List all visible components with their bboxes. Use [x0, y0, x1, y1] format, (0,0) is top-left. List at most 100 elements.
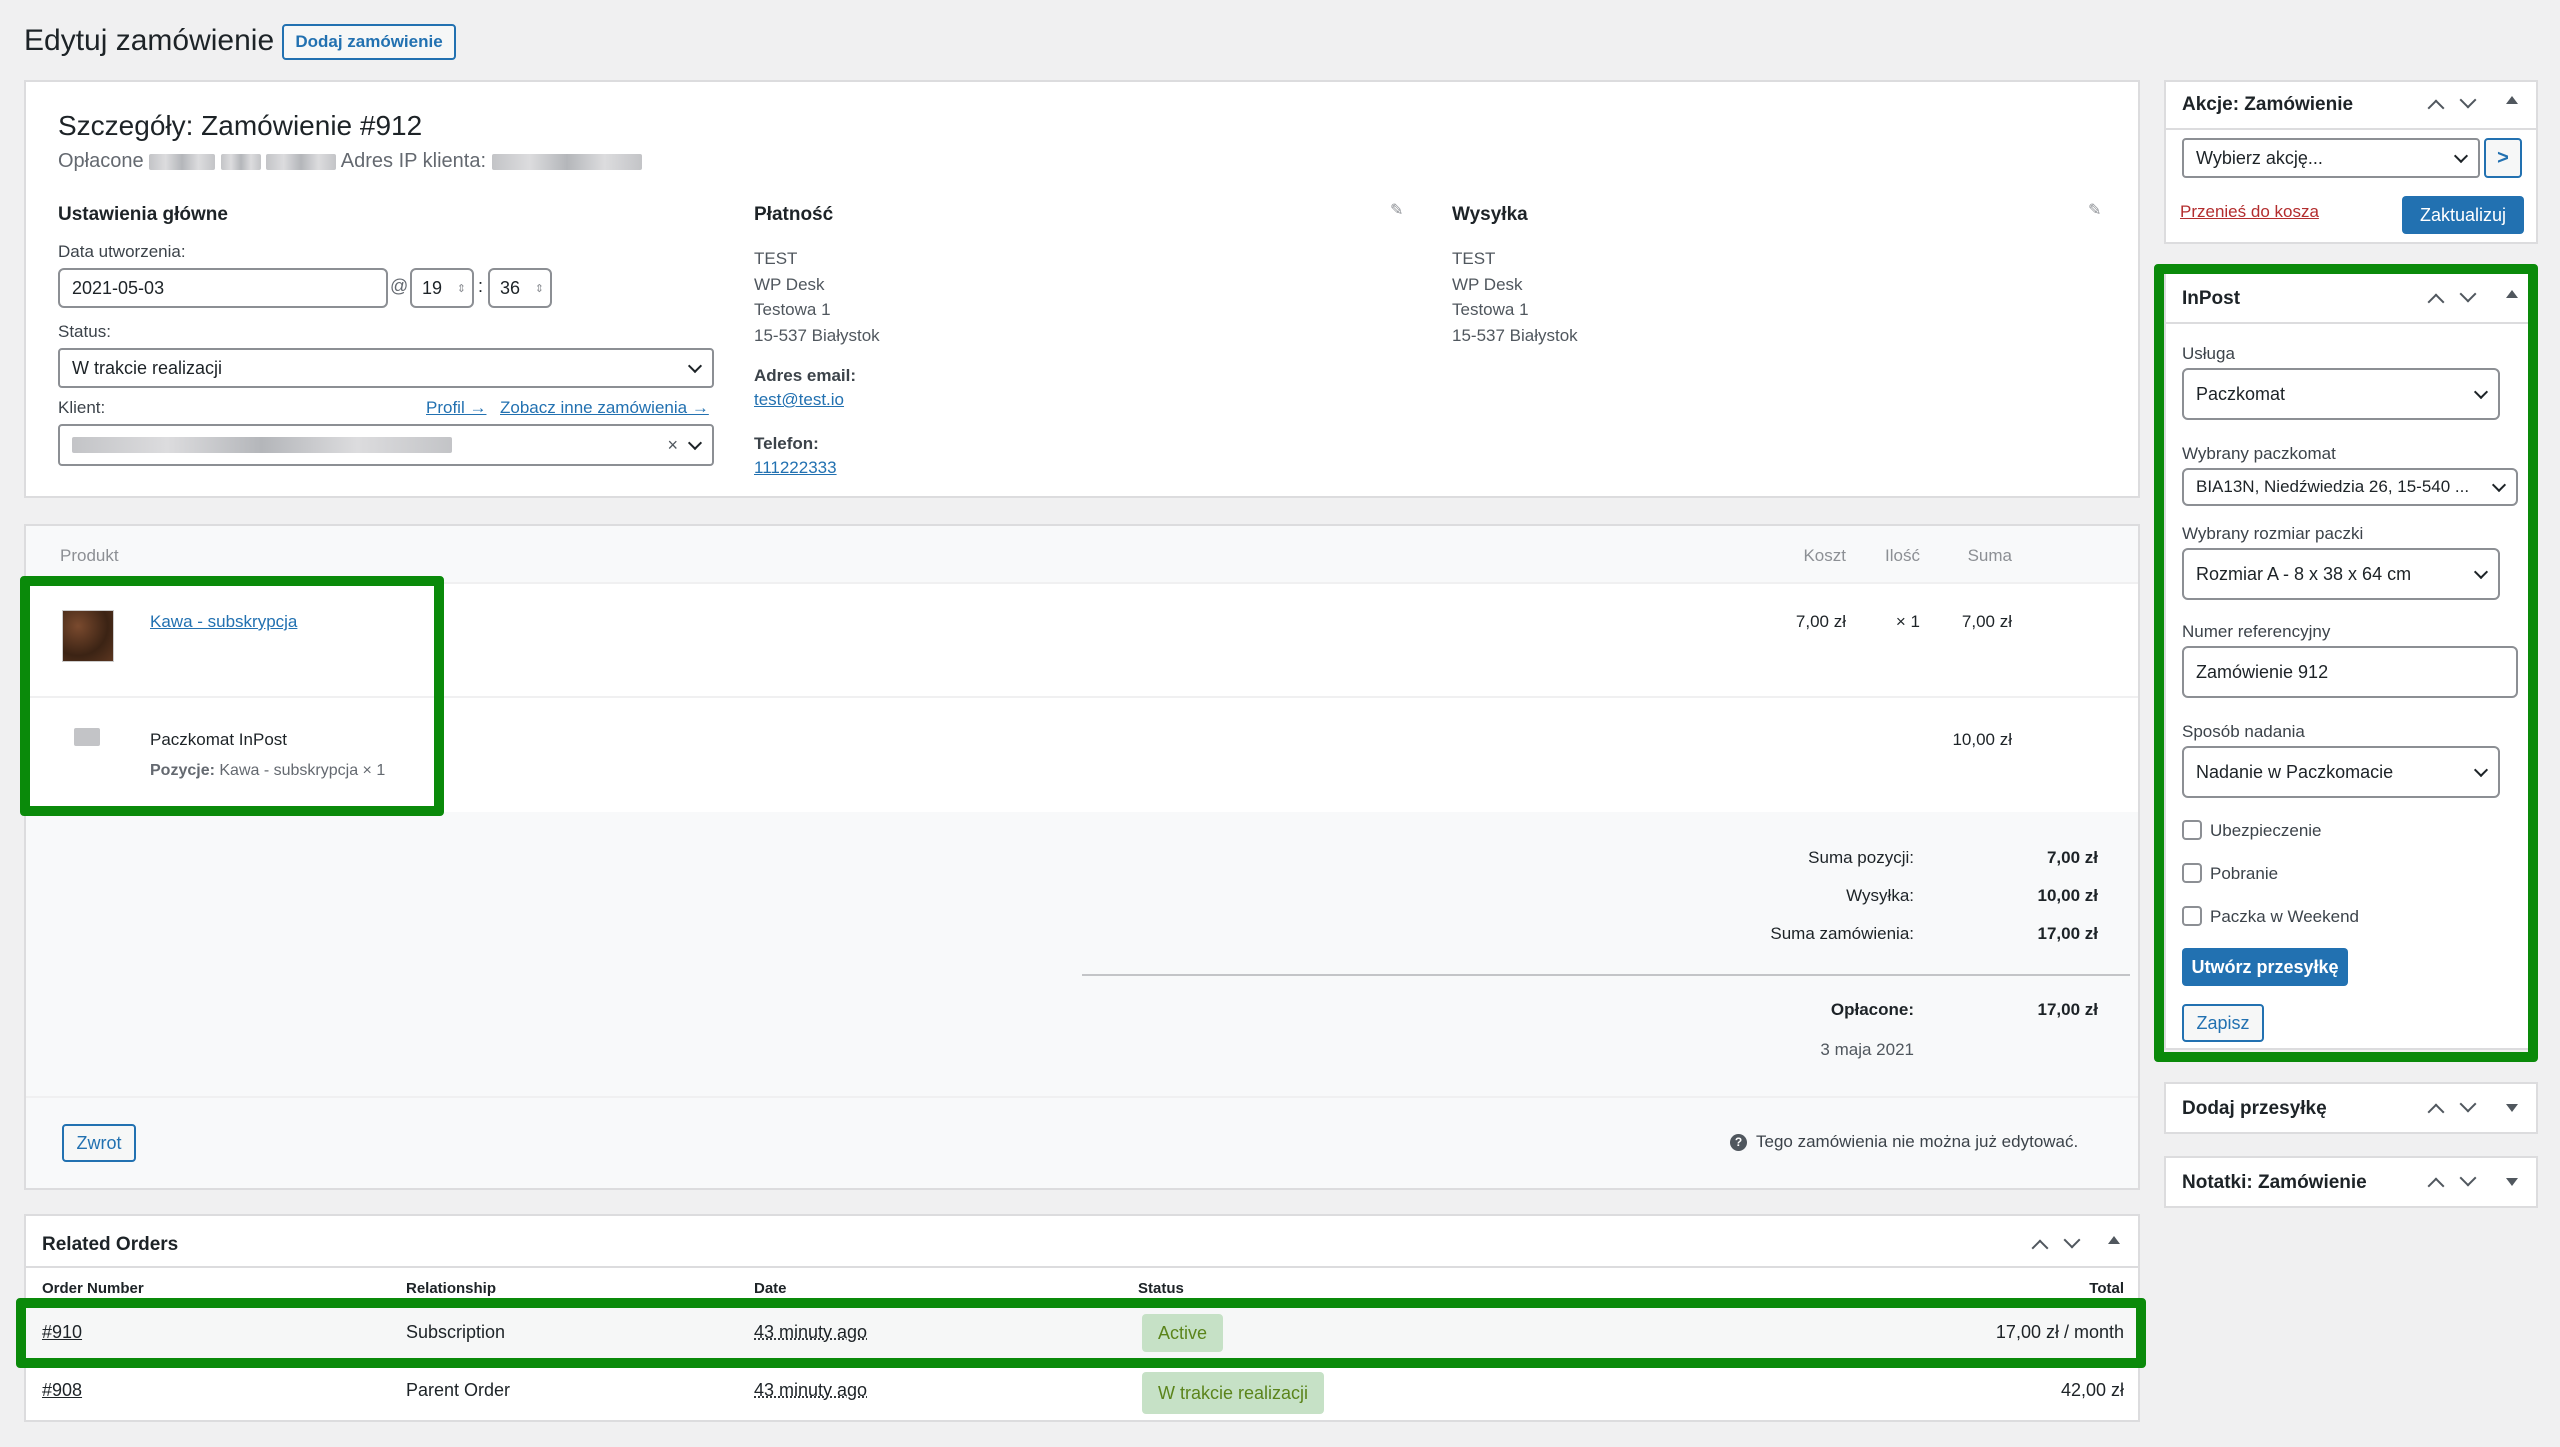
shipping-total-value: 10,00 zł — [2037, 886, 2099, 905]
add-order-button[interactable]: Dodaj zamówienie — [282, 24, 456, 60]
move-down-icon[interactable] — [2459, 1169, 2477, 1187]
status-label: Status: — [58, 322, 111, 341]
weekend-label: Paczka w Weekend — [2210, 907, 2359, 926]
move-up-icon[interactable] — [2427, 1177, 2445, 1195]
payment-line: WP Desk — [754, 274, 825, 294]
move-up-icon[interactable] — [2427, 99, 2445, 117]
status-select[interactable]: W trakcie realizacji — [58, 348, 714, 388]
order-number-link[interactable]: #910 — [42, 1322, 82, 1343]
expand-icon[interactable] — [2506, 1104, 2518, 1112]
order-items-panel: Produkt Koszt Ilość Suma Kawa - subskryp… — [24, 524, 2140, 1190]
shipping-total-label: Wysyłka: — [1846, 886, 1914, 905]
update-button[interactable]: Zaktualizuj — [2402, 196, 2524, 234]
locker-value: BIA13N, Niedźwiedzia 26, 15-540 ... — [2196, 477, 2470, 496]
chevron-down-icon — [687, 358, 703, 374]
collapse-icon[interactable] — [2506, 290, 2518, 298]
truck-icon — [74, 728, 100, 746]
payment-edit-icon[interactable]: ✎ — [1390, 200, 1403, 220]
order-actions-panel: Akcje: Zamówienie Wybierz akcję... > Prz… — [2164, 80, 2538, 244]
product-cost: 7,00 zł — [1795, 612, 1846, 631]
move-down-icon[interactable] — [2459, 285, 2477, 303]
paid-date: 3 maja 2021 — [1820, 1040, 1914, 1059]
date-value: 2021-05-03 — [72, 277, 165, 298]
move-down-icon[interactable] — [2459, 1095, 2477, 1113]
move-down-icon[interactable] — [2063, 1231, 2081, 1249]
related-header-date: Date — [754, 1280, 787, 1297]
time-colon: : — [478, 276, 484, 296]
apply-action-button[interactable]: > — [2484, 138, 2522, 178]
size-select[interactable]: Rozmiar A - 8 x 38 x 64 cm — [2182, 548, 2500, 600]
cod-label: Pobranie — [2210, 864, 2279, 883]
method-select[interactable]: Nadanie w Paczkomacie — [2182, 746, 2500, 798]
date-cell: 43 minuty ago — [754, 1322, 868, 1342]
ip-label: Adres IP klienta: — [340, 150, 487, 172]
shipping-item-meta: Pozycje: Kawa - subskrypcja × 1 — [150, 762, 385, 780]
collapse-icon[interactable] — [2108, 1236, 2120, 1244]
insurance-checkbox[interactable] — [2182, 820, 2202, 840]
refund-button[interactable]: Zwrot — [62, 1124, 136, 1162]
hour-value: 19 — [422, 277, 443, 298]
stepper-icon: ⇕ — [456, 282, 466, 295]
size-label: Wybrany rozmiar paczki — [2182, 524, 2364, 543]
phone-label: Telefon: — [754, 434, 819, 453]
actions-title: Akcje: Zamówienie — [2182, 94, 2354, 115]
service-select[interactable]: Paczkomat — [2182, 368, 2500, 420]
product-row: Kawa - subskrypcja 7,00 zł × 1 7,00 zł — [26, 584, 2138, 698]
chevron-down-icon — [2473, 762, 2489, 778]
move-up-icon[interactable] — [2031, 1239, 2049, 1257]
minute-input[interactable]: 36 ⇕ — [488, 268, 552, 308]
move-down-icon[interactable] — [2459, 91, 2477, 109]
chevron-down-icon — [687, 435, 703, 451]
shipping-item-row: Paczkomat InPost Pozycje: Kawa - subskry… — [26, 698, 2138, 812]
shipping-item-total: 10,00 zł — [1952, 730, 2012, 749]
locker-select[interactable]: BIA13N, Niedźwiedzia 26, 15-540 ... — [2182, 468, 2518, 506]
cod-checkbox[interactable] — [2182, 863, 2202, 883]
other-orders-link[interactable]: Zobacz inne zamówienia → — [500, 398, 709, 418]
email-label: Adres email: — [754, 366, 857, 385]
shipping-heading: Wysyłka — [1452, 204, 1528, 225]
date-input[interactable]: 2021-05-03 — [58, 268, 388, 308]
related-header-total: Total — [2089, 1280, 2124, 1297]
minute-value: 36 — [500, 277, 521, 298]
order-number-link[interactable]: #908 — [42, 1380, 82, 1401]
col-total: Suma — [1967, 546, 2012, 565]
related-header-relationship: Relationship — [406, 1280, 497, 1297]
payment-heading: Płatność — [754, 204, 834, 225]
phone-link[interactable]: 111222333 — [754, 458, 837, 478]
create-shipment-button[interactable]: Utwórz przesyłkę — [2182, 948, 2348, 986]
hour-input[interactable]: 19 ⇕ — [410, 268, 474, 308]
paid-value: 17,00 zł — [2037, 1000, 2099, 1019]
inpost-panel: InPost Usługa Paczkomat Wybrany paczkoma… — [2164, 270, 2538, 1050]
stepper-icon: ⇕ — [534, 282, 544, 295]
product-link[interactable]: Kawa - subskrypcja — [150, 612, 297, 632]
totals-divider — [1082, 974, 2130, 976]
client-value-blurred — [72, 437, 452, 453]
profile-link[interactable]: Profil → — [426, 398, 486, 418]
shipping-address: TEST WP Desk Testowa 1 15-537 Białystok — [1452, 246, 1578, 348]
move-up-icon[interactable] — [2427, 293, 2445, 311]
order-notes-panel: Notatki: Zamówienie — [2164, 1156, 2538, 1208]
action-select[interactable]: Wybierz akcję... — [2182, 138, 2480, 178]
trash-link[interactable]: Przenieś do kosza — [2180, 202, 2319, 222]
email-link[interactable]: test@test.io — [754, 390, 844, 410]
collapse-icon[interactable] — [2506, 96, 2518, 104]
inpost-title: InPost — [2182, 288, 2241, 309]
status-badge: Active — [1142, 1314, 1224, 1352]
method-label: Sposób nadania — [2182, 722, 2305, 741]
client-select[interactable]: × — [58, 424, 714, 466]
expand-icon[interactable] — [2506, 1178, 2518, 1186]
save-button[interactable]: Zapisz — [2182, 1004, 2264, 1042]
order-total-label: Suma zamówienia: — [1770, 924, 1914, 943]
move-up-icon[interactable] — [2427, 1103, 2445, 1121]
shipping-item-name: Paczkomat InPost — [150, 730, 288, 749]
weekend-checkbox[interactable] — [2182, 906, 2202, 926]
add-shipment-panel: Dodaj przesyłkę — [2164, 1082, 2538, 1134]
col-qty: Ilość — [1885, 546, 1920, 565]
items-label: Pozycje: — [150, 762, 215, 779]
reference-input[interactable]: Zamówienie 912 — [2182, 646, 2518, 698]
payment-address: TEST WP Desk Testowa 1 15-537 Białystok — [754, 246, 880, 348]
shipping-edit-icon[interactable]: ✎ — [2088, 200, 2101, 220]
clear-icon[interactable]: × — [667, 435, 678, 456]
client-label: Klient: — [58, 398, 106, 417]
paid-label: Opłacone: — [1830, 1000, 1914, 1019]
